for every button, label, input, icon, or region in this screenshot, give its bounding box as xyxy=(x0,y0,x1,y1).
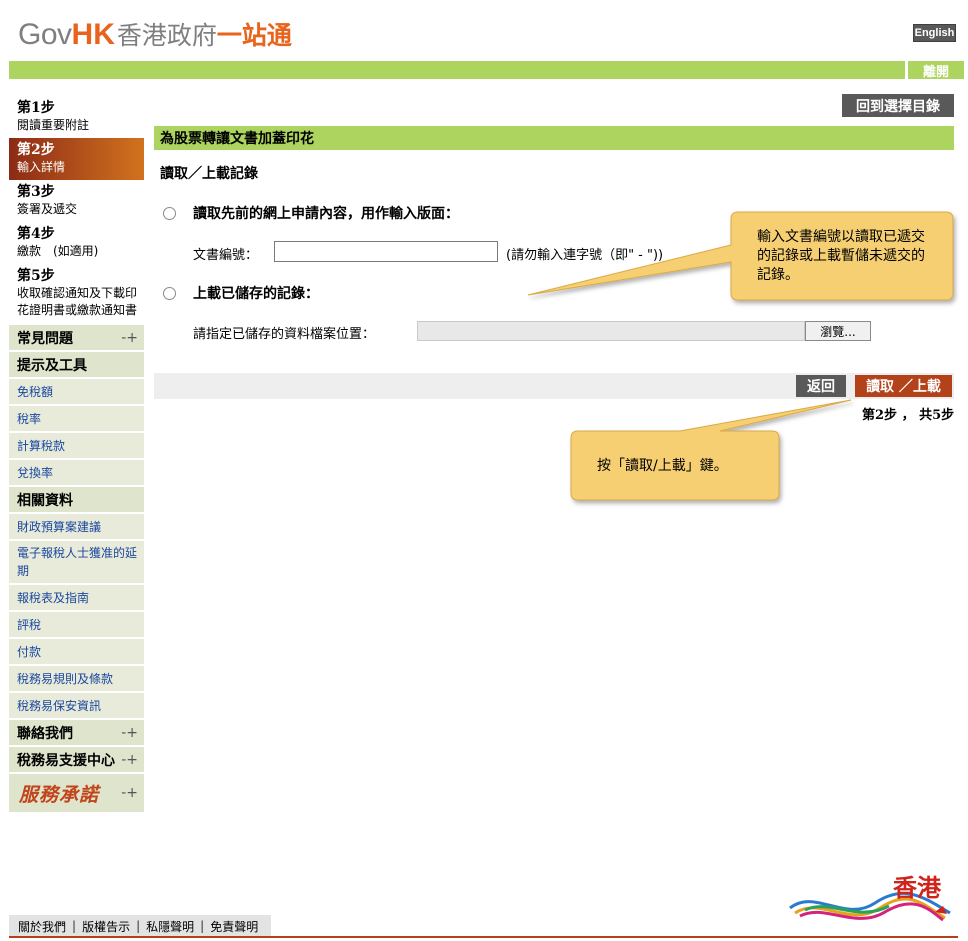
contact-us-label: 聯絡我們 xyxy=(17,725,73,742)
back-to-menu-button[interactable]: 回到選擇目錄 xyxy=(842,94,954,117)
sidebar-item-terms[interactable]: 稅務易規則及條款 xyxy=(9,666,144,693)
footer-link-copyright[interactable]: 版權告示 xyxy=(82,918,130,935)
sidebar-tips-tools-header: 提示及工具 xyxy=(9,352,144,379)
logo-gov-text: Gov xyxy=(18,18,72,51)
plus-arrow-icon: -+ xyxy=(121,724,138,741)
sidebar-item-security[interactable]: 稅務易保安資訊 xyxy=(9,693,144,720)
logo-cn-text-2: 一站通 xyxy=(216,21,292,50)
doc-no-label: 文書編號： xyxy=(193,248,259,263)
option-retrieve-row: 讀取先前的網上申請內容，用作輸入版面： xyxy=(163,203,459,223)
step-number: 第5步 xyxy=(17,268,55,284)
tips-tools-label: 提示及工具 xyxy=(17,357,87,374)
sidebar-item-extension[interactable]: 電子報稅人士獲准的延期 xyxy=(9,541,144,585)
section-title: 為股票轉讓文書加蓋印花 xyxy=(154,126,954,150)
footer-links: 關於我們 | 版權告示 | 私隱聲明 | 免責聲明 xyxy=(9,915,271,937)
back-button[interactable]: 返回 xyxy=(796,375,846,397)
doc-no-input[interactable] xyxy=(274,241,498,262)
footer-separator: | xyxy=(136,919,141,933)
sidebar-item-tax-calculator[interactable]: 計算稅款 xyxy=(9,433,144,460)
step-number: 第4步 xyxy=(17,226,55,242)
sidebar-item-assessment[interactable]: 評稅 xyxy=(9,612,144,639)
english-language-button[interactable]: English xyxy=(913,24,956,42)
upload-radio[interactable] xyxy=(163,286,176,300)
retrieve-upload-button[interactable]: 讀取 ／上載 xyxy=(855,375,952,397)
retrieve-radio[interactable] xyxy=(163,206,176,220)
logo-hk-text: HK xyxy=(71,18,115,51)
top-green-bar xyxy=(9,61,964,79)
step-number: 第3步 xyxy=(17,184,55,200)
retrieve-option-label: 讀取先前的網上申請內容，用作輸入版面： xyxy=(193,206,459,222)
sidebar-item-tax-rates[interactable]: 稅率 xyxy=(9,406,144,433)
step-description: 簽署及遞交 xyxy=(17,202,78,216)
sidebar-service-promise[interactable]: 服務承諾 -+ xyxy=(9,774,144,812)
callout-2-shape xyxy=(570,399,852,501)
footer-link-privacy[interactable]: 私隱聲明 xyxy=(146,918,194,935)
sidebar-step-3: 第3步 簽署及遞交 xyxy=(9,180,144,222)
browse-button[interactable]: 瀏覽... xyxy=(805,321,871,341)
footer-link-disclaimer[interactable]: 免責聲明 xyxy=(210,918,258,935)
callout-1-text: 輸入文書編號以讀取已遞交的記錄或上載暫儲未遞交的記錄。 xyxy=(757,229,925,283)
sidebar-item-budget[interactable]: 財政預算案建議 xyxy=(9,514,144,541)
support-centre-label: 稅務易支援中心 xyxy=(17,752,115,769)
sidebar-contact-us[interactable]: 聯絡我們 -+ xyxy=(9,720,144,747)
service-promise-logo: 服務承諾 xyxy=(19,783,100,806)
sidebar-related-info-header: 相關資料 xyxy=(9,487,144,514)
sidebar-support-centre[interactable]: 稅務易支援中心 -+ xyxy=(9,747,144,774)
file-location-label: 請指定已儲存的資料檔案位置： xyxy=(193,327,376,342)
leave-button[interactable]: 離開 xyxy=(905,61,964,80)
sidebar-item-tax-returns[interactable]: 報稅表及指南 xyxy=(9,585,144,612)
step-description: 輸入詳情 xyxy=(17,160,66,174)
footer-separator: | xyxy=(72,919,77,933)
related-info-label: 相關資料 xyxy=(17,492,73,509)
sidebar-step-1: 第1步 閱讀重要附註 xyxy=(9,96,144,138)
option-upload-row: 上載已儲存的記錄： xyxy=(163,283,319,303)
plus-arrow-icon: -+ xyxy=(121,329,138,346)
step-number: 第1步 xyxy=(17,100,55,116)
govhk-logo[interactable]: Gov HK 香港政府 一站通 xyxy=(18,16,292,51)
logo-cn-text-1: 香港政府 xyxy=(116,21,217,50)
step-description: 閱讀重要附註 xyxy=(17,118,90,132)
footer-separator: | xyxy=(200,919,205,933)
footer-link-about[interactable]: 關於我們 xyxy=(18,918,66,935)
step-number: 第2步 xyxy=(17,142,55,158)
plus-arrow-icon: -+ xyxy=(121,751,138,768)
sidebar-item-payment[interactable]: 付款 xyxy=(9,639,144,666)
brand-hong-kong-logo: 香港 xyxy=(785,868,955,928)
callout-2-text: 按「讀取/上載」鍵。 xyxy=(597,458,728,474)
sub-title: 讀取／上載記錄 xyxy=(160,166,258,182)
file-path-input[interactable] xyxy=(417,321,805,341)
doc-no-hint: (請勿輸入連字號（即" - ")) xyxy=(506,248,664,263)
step-description: 繳款 (如適用) xyxy=(17,244,99,258)
plus-arrow-icon: -+ xyxy=(121,785,138,801)
step-counter: 第2步 ， 共5步 xyxy=(862,408,955,423)
sidebar: 第1步 閱讀重要附註 第2步 輸入詳情 第3步 簽署及遞交 第4步 繳款 (如適… xyxy=(9,96,144,812)
step-description: 收取確認通知及下載印花證明書或繳款通知書 xyxy=(17,286,138,317)
footer-line xyxy=(9,936,958,938)
brand-hk-text: 香港 xyxy=(893,874,941,902)
sidebar-step-5: 第5步 收取確認通知及下載印花證明書或繳款通知書 xyxy=(9,264,144,325)
sidebar-step-4: 第4步 繳款 (如適用) xyxy=(9,222,144,264)
faq-label: 常見問題 xyxy=(17,330,73,347)
sidebar-step-2-active: 第2步 輸入詳情 xyxy=(9,138,144,180)
upload-option-label: 上載已儲存的記錄： xyxy=(193,286,319,302)
sidebar-item-exchange-rates[interactable]: 兌換率 xyxy=(9,460,144,487)
sidebar-faq[interactable]: 常見問題 -+ xyxy=(9,325,144,352)
sidebar-item-allowances[interactable]: 免稅額 xyxy=(9,379,144,406)
